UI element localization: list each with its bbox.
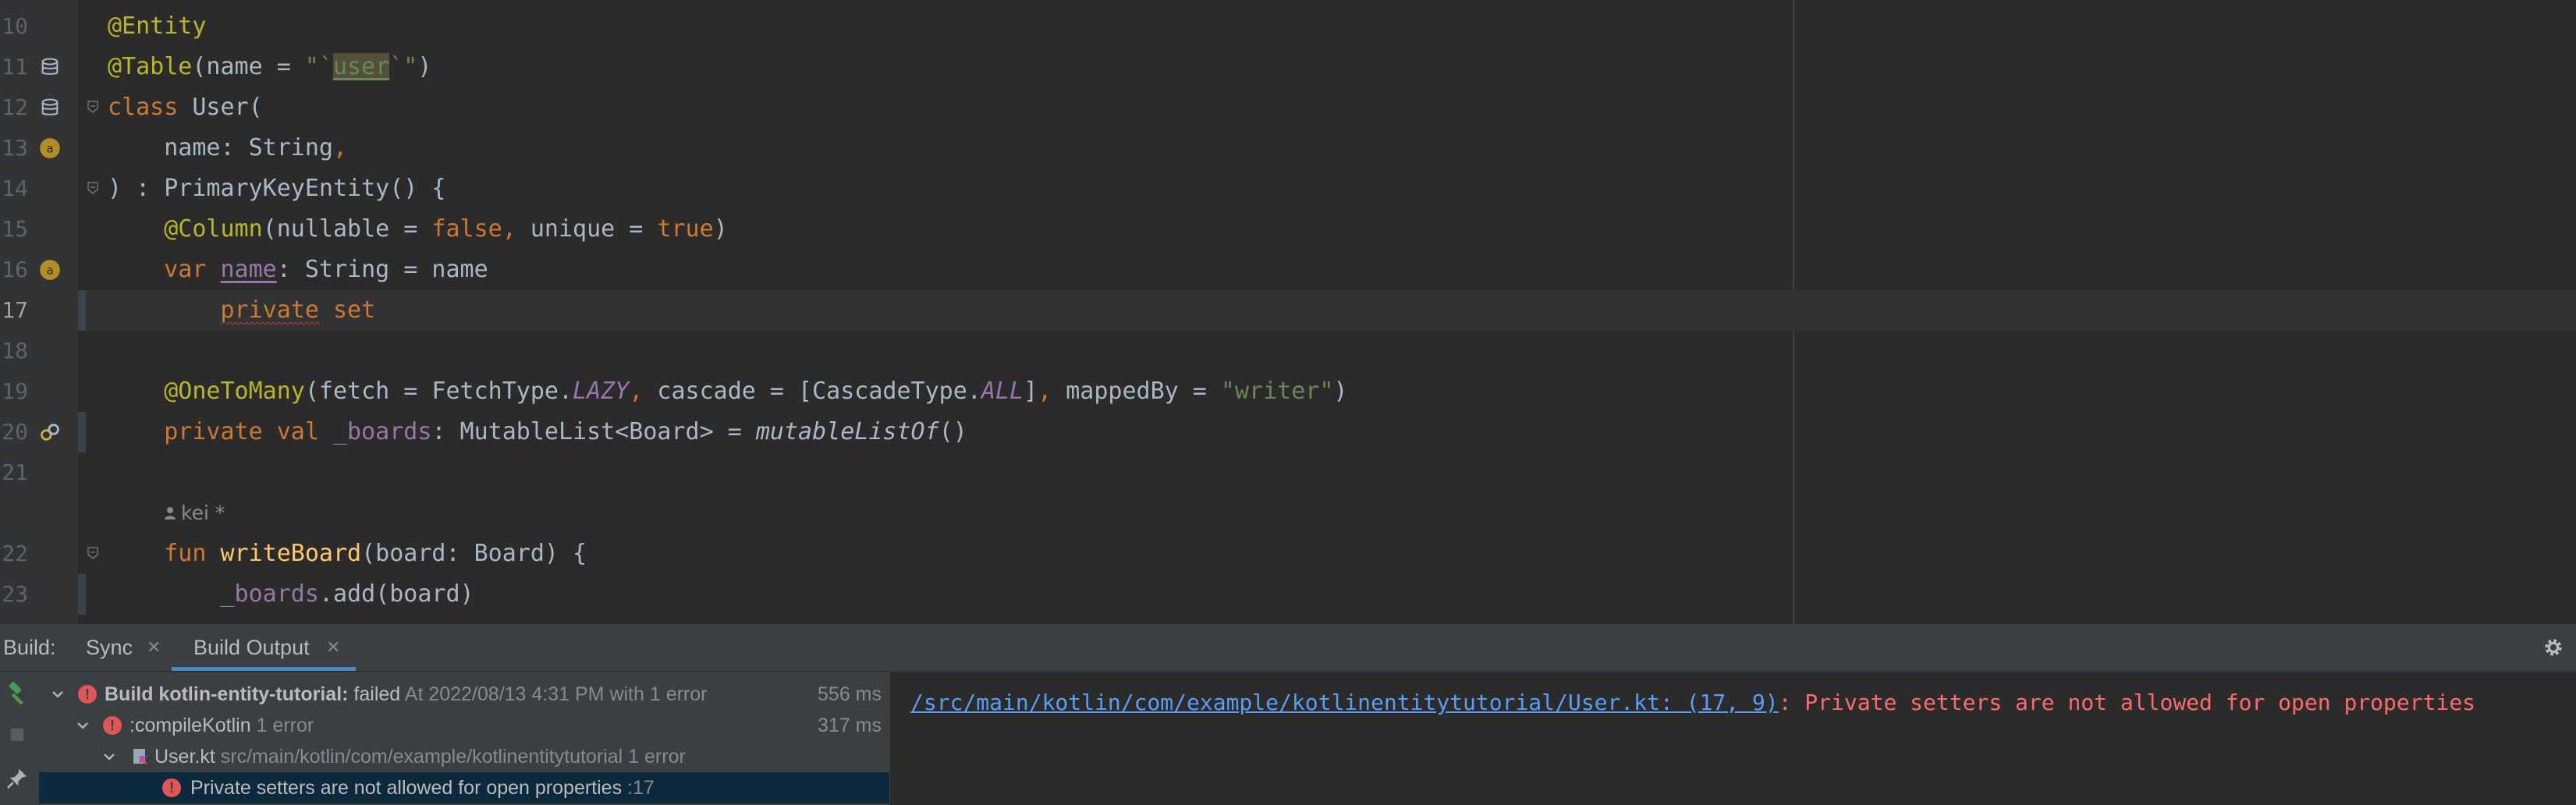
code-text[interactable]: name: String, — [108, 128, 347, 168]
build-console[interactable]: /src/main/kotlin/com/example/kotlinentit… — [892, 672, 2576, 805]
active-tab-indicator — [172, 667, 356, 671]
error-message: Private setters are not allowed for open… — [190, 777, 623, 799]
code-line[interactable]: 14 ) : PrimaryKeyEntity() { — [0, 168, 2576, 209]
vcs-change-marker[interactable] — [78, 574, 86, 615]
code-text[interactable]: @Table(name = "`user`") — [108, 47, 431, 87]
code-text[interactable]: private set — [108, 290, 376, 331]
code-text[interactable]: @Column(nullable = false, unique = true) — [108, 209, 728, 250]
code-line[interactable]: 11 @Table(name = "`user`") — [0, 47, 2576, 87]
code-line[interactable]: kei * — [0, 493, 2576, 534]
build-root-duration: 556 ms — [818, 683, 882, 705]
error-icon: ! — [103, 716, 122, 735]
code-line[interactable]: 15 @Column(nullable = false, unique = tr… — [0, 209, 2576, 250]
code-text[interactable]: class User( — [108, 87, 263, 128]
kotlin-file-icon — [133, 749, 147, 764]
line-number[interactable]: 18 — [0, 331, 28, 371]
tab-build-output-close-icon[interactable]: ✕ — [326, 624, 340, 671]
gear-icon[interactable] — [2542, 636, 2565, 659]
annotation-marker-icon[interactable]: a — [39, 137, 61, 159]
line-number[interactable]: 11 — [0, 47, 28, 87]
code-text[interactable]: @OneToMany(fetch = FetchType.LAZY, casca… — [108, 371, 1347, 412]
code-line[interactable]: 20 private val _boards: MutableList<Boar… — [0, 412, 2576, 452]
line-number[interactable]: 13 — [0, 128, 28, 168]
line-number[interactable]: 22 — [0, 534, 28, 574]
task-name: :compileKotlin — [130, 715, 251, 736]
line-number[interactable]: 16 — [0, 250, 28, 290]
tree-row-compile-kotlin[interactable]: ! :compileKotlin 1 error 317 ms — [39, 710, 889, 741]
build-root-status: failed — [353, 683, 401, 705]
code-text[interactable]: @Entity — [108, 6, 206, 47]
line-number[interactable]: 20 — [0, 412, 28, 452]
code-editor[interactable]: 10 @Entity 11 @Table(name = "`user`") 12 clas… — [0, 0, 2576, 624]
database-table-icon[interactable] — [39, 56, 61, 78]
pin-icon[interactable] — [5, 766, 30, 791]
line-number[interactable]: 17 — [0, 290, 28, 331]
code-line[interactable]: 21 — [0, 452, 2576, 493]
code-author-hint[interactable]: kei * — [164, 493, 225, 534]
build-tool-window: Build: Sync ✕ Build Output ✕ ! Build kot… — [0, 624, 2576, 805]
build-tree[interactable]: ! Build kotlin-entity-tutorial: failed A… — [39, 672, 889, 805]
build-root-detail: At 2022/08/13 4:31 PM with 1 error — [404, 683, 708, 705]
chevron-down-icon[interactable] — [101, 741, 117, 772]
code-text[interactable]: fun writeBoard(board: Board) { — [108, 534, 587, 574]
code-line[interactable]: 19 @OneToMany(fetch = FetchType.LAZY, ca… — [0, 371, 2576, 412]
line-number[interactable]: 12 — [0, 87, 28, 128]
annotation-marker-icon[interactable]: a — [39, 259, 61, 281]
code-line[interactable]: 12 class User( — [0, 87, 2576, 128]
line-number[interactable]: 14 — [0, 168, 28, 209]
code-line[interactable]: 10 @Entity — [0, 6, 2576, 47]
chevron-down-icon[interactable] — [50, 679, 66, 710]
fold-marker-icon[interactable] — [87, 547, 98, 559]
build-toolbar — [0, 672, 37, 805]
task-detail: 1 error — [256, 715, 314, 736]
build-label: Build: — [3, 636, 56, 659]
console-error-message: : Private setters are not allowed for op… — [1778, 690, 2476, 715]
code-text[interactable]: var name: String = name — [108, 250, 488, 290]
person-icon — [165, 507, 176, 520]
file-name: User.kt — [154, 746, 215, 768]
svg-text:a: a — [46, 263, 53, 277]
fold-marker-icon[interactable] — [87, 101, 98, 113]
svg-text:a: a — [46, 141, 53, 155]
code-line[interactable]: 23 _boards.add(board) — [0, 574, 2576, 615]
code-line[interactable]: 22 fun writeBoard(board: Board) { — [0, 534, 2576, 574]
tree-row-build-root[interactable]: ! Build kotlin-entity-tutorial: failed A… — [39, 679, 889, 710]
line-number[interactable]: 21 — [0, 452, 28, 493]
tree-row-user-kt[interactable]: User.kt src/main/kotlin/com/example/kotl… — [39, 741, 889, 772]
stop-icon[interactable] — [6, 724, 28, 746]
code-text[interactable]: _boards.add(board) — [108, 574, 474, 615]
tab-build-output[interactable]: Build Output — [193, 624, 310, 671]
tab-sync[interactable]: Sync — [86, 624, 133, 671]
line-number[interactable]: 23 — [0, 574, 28, 615]
file-detail: src/main/kotlin/com/example/kotlinentity… — [220, 746, 686, 768]
code-line[interactable]: 18 — [0, 331, 2576, 371]
line-number[interactable]: 10 — [0, 6, 28, 47]
code-line[interactable]: 13 a name: String, — [0, 128, 2576, 168]
code-text[interactable]: ) : PrimaryKeyEntity() { — [108, 168, 445, 209]
line-number[interactable]: 19 — [0, 371, 28, 412]
build-root-name: Build kotlin-entity-tutorial: — [105, 683, 349, 705]
database-table-icon[interactable] — [39, 97, 61, 119]
relationship-link-icon[interactable] — [39, 421, 61, 443]
tree-row-error-message[interactable]: ! Private setters are not allowed for op… — [39, 772, 889, 803]
code-line[interactable]: 16 a var name: String = name — [0, 250, 2576, 290]
vcs-change-marker[interactable] — [78, 290, 86, 331]
hammer-build-icon[interactable] — [5, 680, 31, 707]
build-tab-bar: Build: Sync ✕ Build Output ✕ — [0, 624, 2576, 672]
tab-sync-close-icon[interactable]: ✕ — [147, 624, 161, 671]
code-text[interactable]: private val _boards: MutableList<Board> … — [108, 412, 967, 452]
error-icon: ! — [78, 685, 97, 704]
console-file-link[interactable]: /src/main/kotlin/com/example/kotlinentit… — [910, 690, 1779, 715]
vcs-change-marker[interactable] — [78, 412, 86, 452]
error-line: :17 — [627, 777, 655, 799]
task-duration: 317 ms — [818, 715, 882, 736]
code-line[interactable]: 17 private set — [0, 290, 2576, 331]
error-icon: ! — [162, 778, 181, 797]
chevron-down-icon[interactable] — [75, 710, 90, 741]
fold-marker-icon[interactable] — [87, 182, 98, 194]
line-number[interactable]: 15 — [0, 209, 28, 250]
